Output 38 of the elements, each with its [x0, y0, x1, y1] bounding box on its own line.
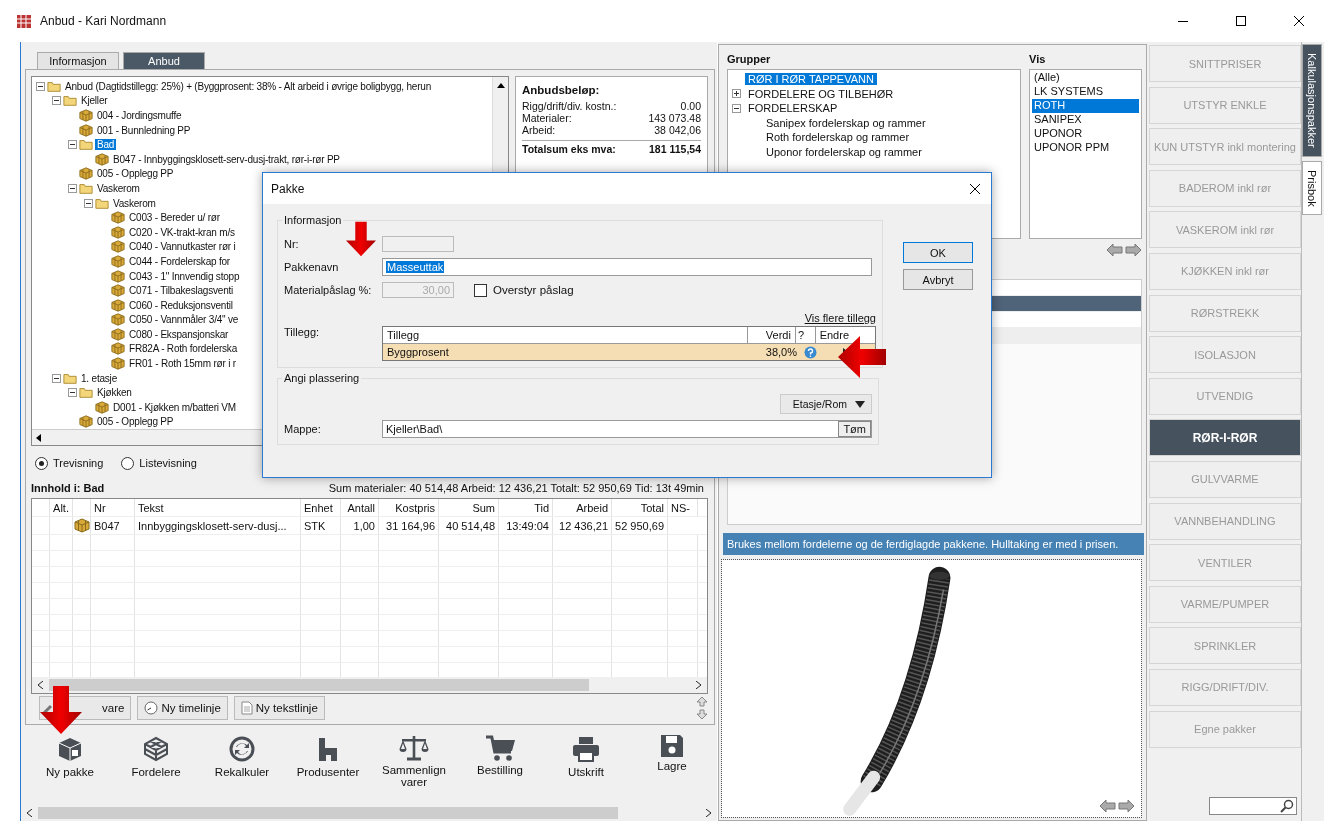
summary-title: Anbudsbeløp: [522, 84, 601, 96]
field-label: Pakkenavn [284, 261, 340, 273]
summary-value: 38 042,06 [654, 124, 701, 136]
column-header: Verdi [748, 327, 796, 343]
field-label: Materialpåslag %: [284, 284, 373, 296]
field-label: Mappe: [284, 423, 322, 435]
table-cell: 12 436,21 [553, 517, 612, 534]
section-title: Innhold i: Bad [31, 482, 105, 494]
group-title: Informasjon [283, 214, 343, 226]
table-cell: 31 164,96 [379, 517, 439, 534]
summary-value: 0.00 [680, 100, 701, 112]
section-title: Grupper [727, 52, 772, 67]
summary-label: Rigg/drift/div. kostn.: [522, 100, 617, 112]
table-cell: 13:49:04 [499, 517, 553, 534]
dialog-title: Pakke [271, 181, 305, 196]
column-header: Endre [818, 328, 850, 343]
section-title: Vis [1029, 52, 1047, 67]
group-title: Angi plassering [283, 372, 361, 384]
table-cell: B047 [91, 517, 135, 534]
field-label: Nr: [284, 238, 300, 250]
totals-text: Sum materialer: 40 514,48 Arbeid: 12 436,21 Totalt: 52 950,69 Tid: 13t 49min [328, 482, 704, 494]
column-header: Tillegg [383, 327, 749, 343]
summary-label: Arbeid: [522, 124, 556, 136]
table-cell-text: Byggprosent [386, 345, 450, 360]
table-cell: STK [301, 517, 341, 534]
table-cell: 40 514,48 [439, 517, 499, 534]
window-title: Anbud - Kari Nordmann [40, 14, 167, 28]
total-value: 181 115,54 [649, 143, 701, 155]
field-label: Tillegg: [284, 326, 321, 338]
summary-value: 143 073.48 [648, 112, 701, 124]
table-cell-text: 38,0% [764, 345, 798, 360]
table-cell: 52 950,69 [612, 517, 668, 534]
table-cell: 1,00 [341, 517, 379, 534]
total-label: Totalsum eks mva: [522, 143, 616, 155]
column-header: ? [795, 327, 816, 343]
description-bar: Brukes mellom fordelerne og de ferdiglagde pakkene. Hulltaking er med i prisen. [723, 533, 1144, 555]
table-cell: Innbyggingsklosett-serv-dusj... [135, 517, 301, 534]
summary-label: Materialer: [522, 112, 572, 124]
